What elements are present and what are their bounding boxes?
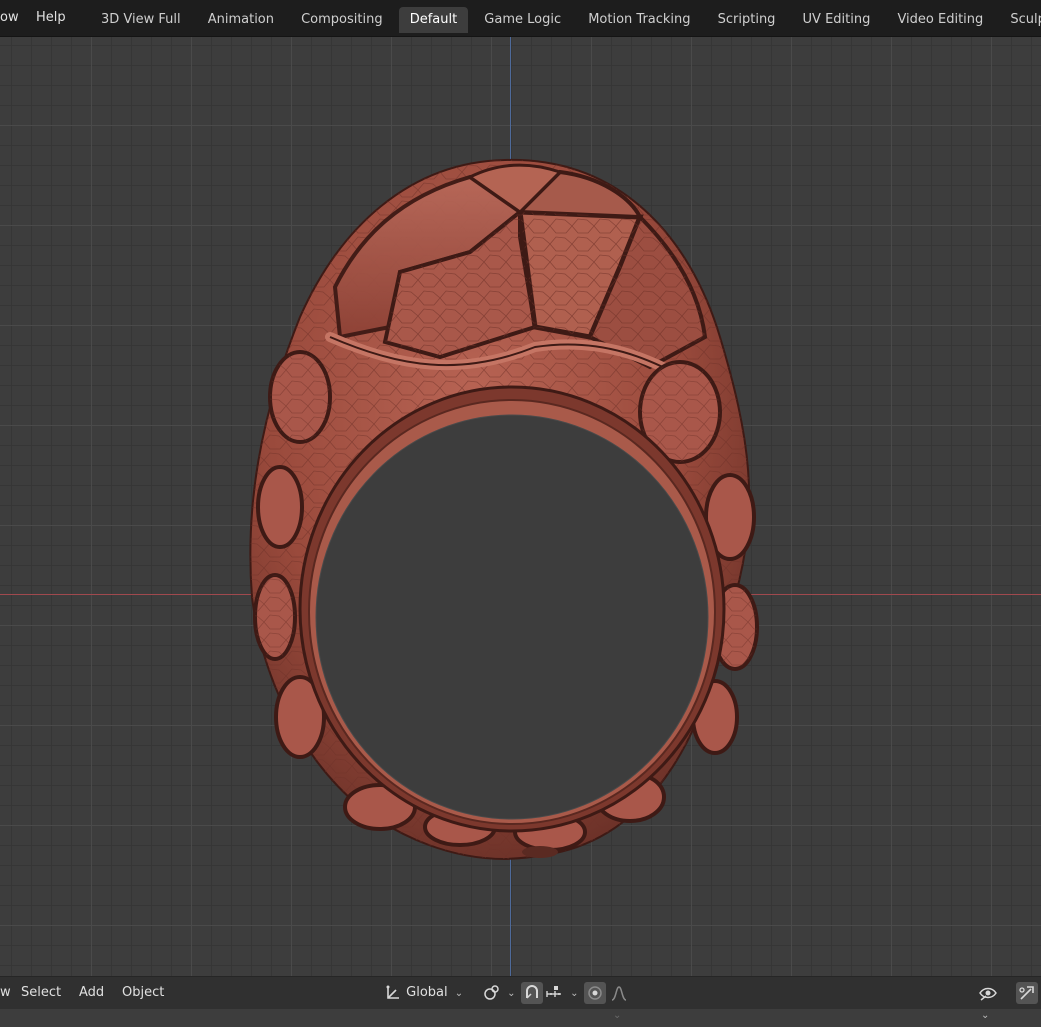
- topbar: ow Help 3D View Full Animation Compositi…: [0, 0, 1041, 37]
- menu-object[interactable]: Object: [122, 977, 164, 1009]
- gizmo-icon: [1016, 986, 1038, 1001]
- snap-icon: [521, 985, 543, 1001]
- menu-select[interactable]: Select: [21, 977, 61, 1009]
- menu-view[interactable]: w: [0, 977, 11, 1009]
- tab-game-logic[interactable]: Game Logic: [473, 7, 572, 33]
- visibility-icon: [978, 985, 998, 1001]
- tab-video-editing[interactable]: Video Editing: [886, 7, 994, 33]
- tab-3d-view-full[interactable]: 3D View Full: [90, 7, 192, 33]
- falloff-curve-icon: [610, 985, 628, 1001]
- transform-orientation-value: Global: [406, 985, 448, 1000]
- transform-orientation-icon: [384, 985, 406, 1000]
- transform-orientation-dropdown[interactable]: Global ⌄: [384, 982, 474, 1004]
- chevron-down-icon: ⌄: [454, 988, 464, 999]
- viewport-header: w Select Add Object Global ⌄ ⌄ ⌄ ⌄ ⌄: [0, 976, 1041, 1021]
- chevron-down-icon: ⌄: [570, 988, 579, 999]
- tab-default[interactable]: Default: [398, 7, 469, 33]
- proportional-falloff-dropdown[interactable]: ⌄: [610, 982, 642, 1021]
- chevron-down-icon: ⌄: [981, 1010, 990, 1021]
- menu-help[interactable]: Help: [36, 0, 66, 36]
- visibility-dropdown[interactable]: ⌄: [978, 982, 1012, 1021]
- 3d-viewport[interactable]: [0, 37, 1041, 976]
- ring-model[interactable]: [0, 37, 1041, 976]
- tab-scripting[interactable]: Scripting: [707, 7, 787, 33]
- tab-compositing[interactable]: Compositing: [290, 7, 394, 33]
- gizmo-toggle[interactable]: [1016, 982, 1038, 1004]
- menu-add[interactable]: Add: [79, 977, 104, 1009]
- pivot-point-icon: [482, 984, 504, 1000]
- tab-sculpting[interactable]: Sculpting: [999, 7, 1041, 33]
- snap-target-dropdown[interactable]: ⌄: [545, 982, 579, 1004]
- pivot-point-dropdown[interactable]: ⌄: [482, 982, 516, 1004]
- snap-increment-icon: [545, 985, 567, 1000]
- proportional-editing-toggle[interactable]: [584, 982, 606, 1004]
- tab-uv-editing[interactable]: UV Editing: [792, 7, 882, 33]
- snap-toggle[interactable]: [521, 982, 543, 1004]
- chevron-down-icon: ⌄: [613, 1010, 622, 1021]
- tab-motion-tracking[interactable]: Motion Tracking: [577, 7, 701, 33]
- workspace-tabs: 3D View Full Animation Compositing Defau…: [90, 7, 1041, 33]
- chevron-down-icon: ⌄: [507, 988, 516, 999]
- tab-animation[interactable]: Animation: [197, 7, 285, 33]
- menu-window[interactable]: ow: [0, 0, 19, 36]
- proportional-editing-icon: [584, 986, 606, 1001]
